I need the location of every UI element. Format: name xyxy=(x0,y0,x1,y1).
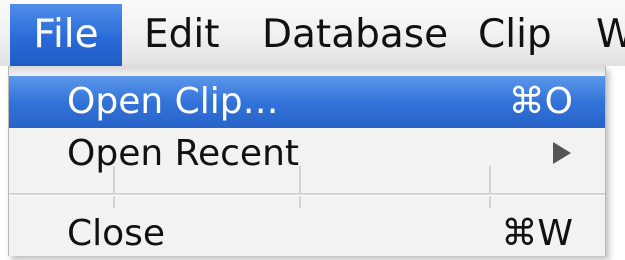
menu-w[interactable]: W xyxy=(596,4,625,66)
shortcut-label: ⌘W xyxy=(501,213,573,254)
menu-item-open-clip[interactable]: Open Clip… ⌘O xyxy=(9,76,605,128)
menu-top-shadow xyxy=(9,66,605,76)
menu-item-close[interactable]: Close ⌘W xyxy=(9,208,605,256)
menu-separator xyxy=(9,193,605,196)
menu-item-label: Close xyxy=(67,213,166,254)
menu-database[interactable]: Database xyxy=(262,4,448,66)
file-menu-dropdown: Open Clip… ⌘O Open Recent Close ⌘W xyxy=(8,66,606,256)
chevron-right-icon xyxy=(553,142,571,164)
menu-file[interactable]: File xyxy=(10,4,122,66)
menu-item-open-recent[interactable]: Open Recent xyxy=(9,128,605,180)
menu-edit[interactable]: Edit xyxy=(144,4,220,66)
menu-bar: File Edit Database Clip W xyxy=(0,0,625,66)
menu-clip[interactable]: Clip xyxy=(478,4,552,66)
menu-item-label: Open Clip… xyxy=(67,81,279,122)
shortcut-label: ⌘O xyxy=(508,81,573,122)
menu-item-label: Open Recent xyxy=(67,133,300,174)
